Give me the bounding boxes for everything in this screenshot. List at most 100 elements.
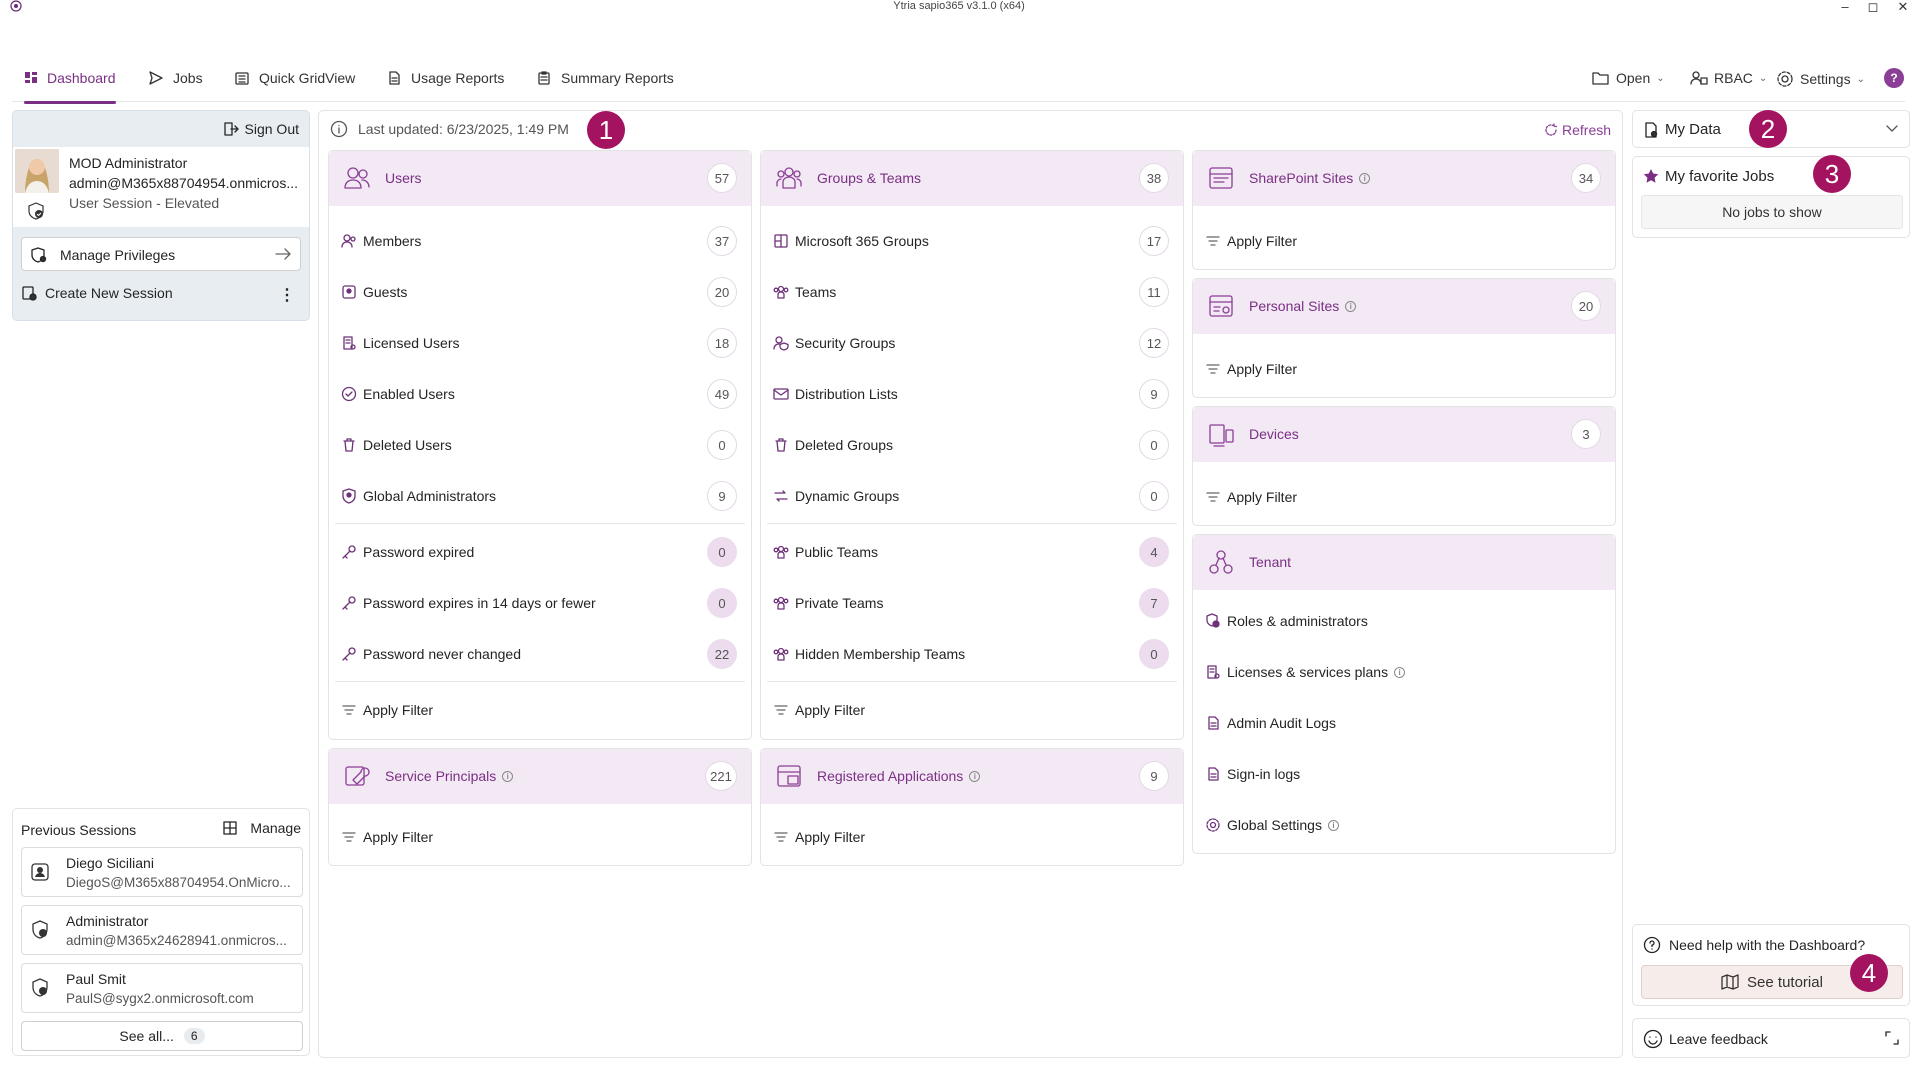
leave-feedback-button[interactable]: Leave feedback	[1632, 1018, 1910, 1058]
chevron-down-icon: ⌄	[1856, 73, 1865, 85]
row-count: 12	[1139, 328, 1169, 358]
tab-dashboard[interactable]: Dashboard	[24, 70, 116, 104]
sharepoint-apply-filter[interactable]: Apply Filter	[1205, 221, 1603, 261]
settings-menu[interactable]: Settings ⌄	[1776, 70, 1865, 88]
key-icon	[341, 595, 361, 611]
devices-icon	[1207, 420, 1235, 448]
users-row-members[interactable]: Members 37	[341, 221, 739, 261]
groups-apply-filter[interactable]: Apply Filter	[773, 690, 1171, 730]
license-icon	[1205, 664, 1225, 680]
tenant-header[interactable]: Tenant	[1193, 535, 1615, 590]
row-label: Password never changed	[363, 646, 521, 662]
groups-row-public-teams[interactable]: Public Teams 4	[773, 532, 1171, 572]
dashboard-icon	[24, 70, 38, 86]
groups-row-deleted[interactable]: Deleted Groups 0	[773, 425, 1171, 465]
service-principals-apply-filter[interactable]: Apply Filter	[341, 817, 739, 857]
row-label: Password expired	[363, 544, 475, 560]
users-row-deleted[interactable]: Deleted Users 0	[341, 425, 739, 465]
last-updated: Last updated: 6/23/2025, 1:49 PM	[330, 120, 569, 138]
sign-out-button[interactable]: Sign Out	[223, 121, 299, 137]
app-window-icon	[775, 762, 803, 790]
tenant-row-signin-logs[interactable]: Sign-in logs	[1205, 754, 1603, 794]
row-count: 20	[707, 277, 737, 307]
session-email: admin@M365x24628941.onmicros...	[66, 933, 287, 948]
rbac-menu[interactable]: RBAC ⌄	[1690, 70, 1767, 86]
row-label: Microsoft 365 Groups	[795, 233, 929, 249]
help-button[interactable]: ?	[1884, 68, 1904, 88]
sharepoint-sites-header[interactable]: SharePoint Sites i 34	[1193, 151, 1615, 206]
teams-icon	[773, 646, 793, 662]
registered-applications-header[interactable]: Registered Applications i 9	[761, 749, 1183, 804]
avatar	[15, 149, 59, 193]
previous-session-item[interactable]: Diego Siciliani DiegoS@M365x88704954.OnM…	[21, 847, 303, 897]
devices-apply-filter[interactable]: Apply Filter	[1205, 477, 1603, 517]
document-icon	[1205, 715, 1225, 731]
groups-header[interactable]: Groups & Teams 38	[761, 151, 1183, 206]
groups-card: Groups & Teams 38 Microsoft 365 Groups 17…	[760, 150, 1184, 740]
sign-out-icon	[223, 121, 239, 137]
users-row-password-expired[interactable]: Password expired 0	[341, 532, 739, 572]
callout-marker: 3	[1813, 155, 1851, 193]
new-session-icon	[21, 285, 37, 301]
users-row-licensed[interactable]: Licensed Users 18	[341, 323, 739, 363]
personal-sites-header[interactable]: Personal Sites i 20	[1193, 279, 1615, 334]
open-menu[interactable]: Open ⌄	[1592, 70, 1665, 86]
tenant-row-audit-logs[interactable]: Admin Audit Logs	[1205, 703, 1603, 743]
security-groups-icon	[773, 335, 793, 351]
tab-label: Quick GridView	[259, 70, 356, 86]
shield-check-icon	[27, 202, 45, 220]
tab-quick-gridview[interactable]: Quick GridView	[234, 70, 355, 102]
devices-header[interactable]: Devices 3	[1193, 407, 1615, 462]
close-button[interactable]: ✕	[1892, 0, 1914, 14]
previous-session-item[interactable]: Paul Smit PaulS@sygx2.onmicrosoft.com	[21, 963, 303, 1013]
previous-session-item[interactable]: Administrator admin@M365x24628941.onmicr…	[21, 905, 303, 955]
refresh-label: Refresh	[1562, 122, 1612, 138]
shield-key-icon	[30, 246, 48, 264]
personal-sites-apply-filter[interactable]: Apply Filter	[1205, 349, 1603, 389]
groups-title: Groups & Teams	[817, 170, 922, 186]
apply-filter-label: Apply Filter	[1227, 361, 1298, 377]
send-icon	[148, 70, 164, 86]
groups-row-private-teams[interactable]: Private Teams 7	[773, 583, 1171, 623]
row-count: 4	[1139, 537, 1169, 567]
groups-row-distribution[interactable]: Distribution Lists 9	[773, 374, 1171, 414]
groups-row-m365[interactable]: Microsoft 365 Groups 17	[773, 221, 1171, 261]
personal-sites-card: Personal Sites i 20 Apply Filter	[1192, 278, 1616, 398]
users-row-enabled[interactable]: Enabled Users 49	[341, 374, 739, 414]
groups-row-hidden-teams[interactable]: Hidden Membership Teams 0	[773, 634, 1171, 674]
groups-row-dynamic[interactable]: Dynamic Groups 0	[773, 476, 1171, 516]
users-row-guests[interactable]: Guests 20	[341, 272, 739, 312]
maximize-button[interactable]: ◻	[1862, 0, 1884, 14]
registered-applications-apply-filter[interactable]: Apply Filter	[773, 817, 1171, 857]
more-options-icon[interactable]: ⋮	[279, 285, 295, 305]
create-new-session-button[interactable]: Create New Session	[21, 285, 173, 301]
groups-count: 38	[1139, 163, 1169, 193]
users-row-password-never-changed[interactable]: Password never changed 22	[341, 634, 739, 674]
users-row-global-admins[interactable]: Global Administrators 9	[341, 476, 739, 516]
users-header[interactable]: Users 57	[329, 151, 751, 206]
groups-row-teams[interactable]: Teams 11	[773, 272, 1171, 312]
tab-jobs[interactable]: Jobs	[148, 70, 203, 102]
refresh-button[interactable]: Refresh	[1544, 122, 1611, 138]
tenant-row-licenses[interactable]: Licenses & services plans i	[1205, 652, 1603, 692]
groups-row-security[interactable]: Security Groups 12	[773, 323, 1171, 363]
info-icon: i	[1345, 300, 1357, 312]
info-icon: i	[1327, 819, 1339, 831]
no-jobs-message: No jobs to show	[1641, 195, 1903, 229]
tenant-row-roles[interactable]: Roles & administrators	[1205, 601, 1603, 641]
users-count: 57	[707, 163, 737, 193]
see-all-sessions-button[interactable]: See all... 6	[21, 1021, 303, 1051]
users-row-password-expires-soon[interactable]: Password expires in 14 days or fewer 0	[341, 583, 739, 623]
users-apply-filter[interactable]: Apply Filter	[341, 690, 739, 730]
manage-privileges-button[interactable]: Manage Privileges	[21, 237, 301, 271]
tab-usage-reports[interactable]: Usage Reports	[386, 70, 504, 102]
tenant-row-global-settings[interactable]: Global Settings i	[1205, 805, 1603, 845]
main-nav: Dashboard Jobs Quick GridView Usage Repo…	[12, 62, 1905, 104]
tab-summary-reports[interactable]: Summary Reports	[536, 70, 674, 102]
service-principals-header[interactable]: Service Principals i 221	[329, 749, 751, 804]
manage-sessions-button[interactable]: Manage	[222, 820, 301, 836]
row-label: Sign-in logs	[1227, 766, 1301, 782]
personal-sites-title: Personal Sites	[1249, 298, 1340, 314]
sharepoint-sites-count: 34	[1571, 163, 1601, 193]
minimize-button[interactable]: –	[1834, 0, 1856, 14]
